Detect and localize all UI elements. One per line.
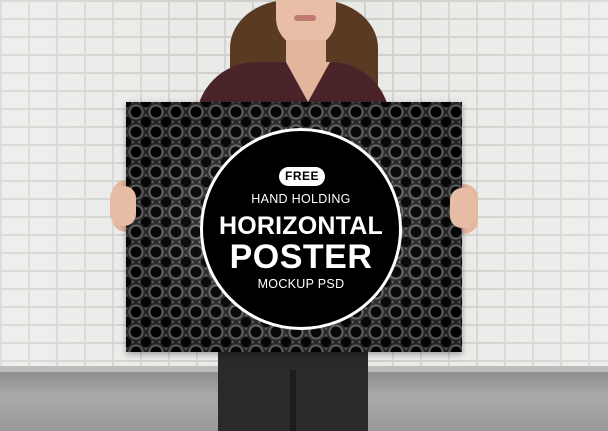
poster-line-mockup: MOCKUP PSD (257, 277, 345, 291)
photo-scene: FREE HAND HOLDING HORIZONTAL POSTER MOCK… (0, 0, 608, 431)
right-hand (450, 188, 476, 228)
leg-gap (290, 370, 296, 431)
shirt-neckline (286, 62, 330, 102)
poster-line-hand-holding: HAND HOLDING (251, 192, 351, 206)
poster-line-horizontal: HORIZONTAL (218, 212, 383, 240)
woman-lips (294, 15, 316, 21)
free-badge: FREE (279, 167, 325, 186)
poster-line-poster: POSTER (229, 238, 373, 276)
left-hand (110, 186, 136, 226)
